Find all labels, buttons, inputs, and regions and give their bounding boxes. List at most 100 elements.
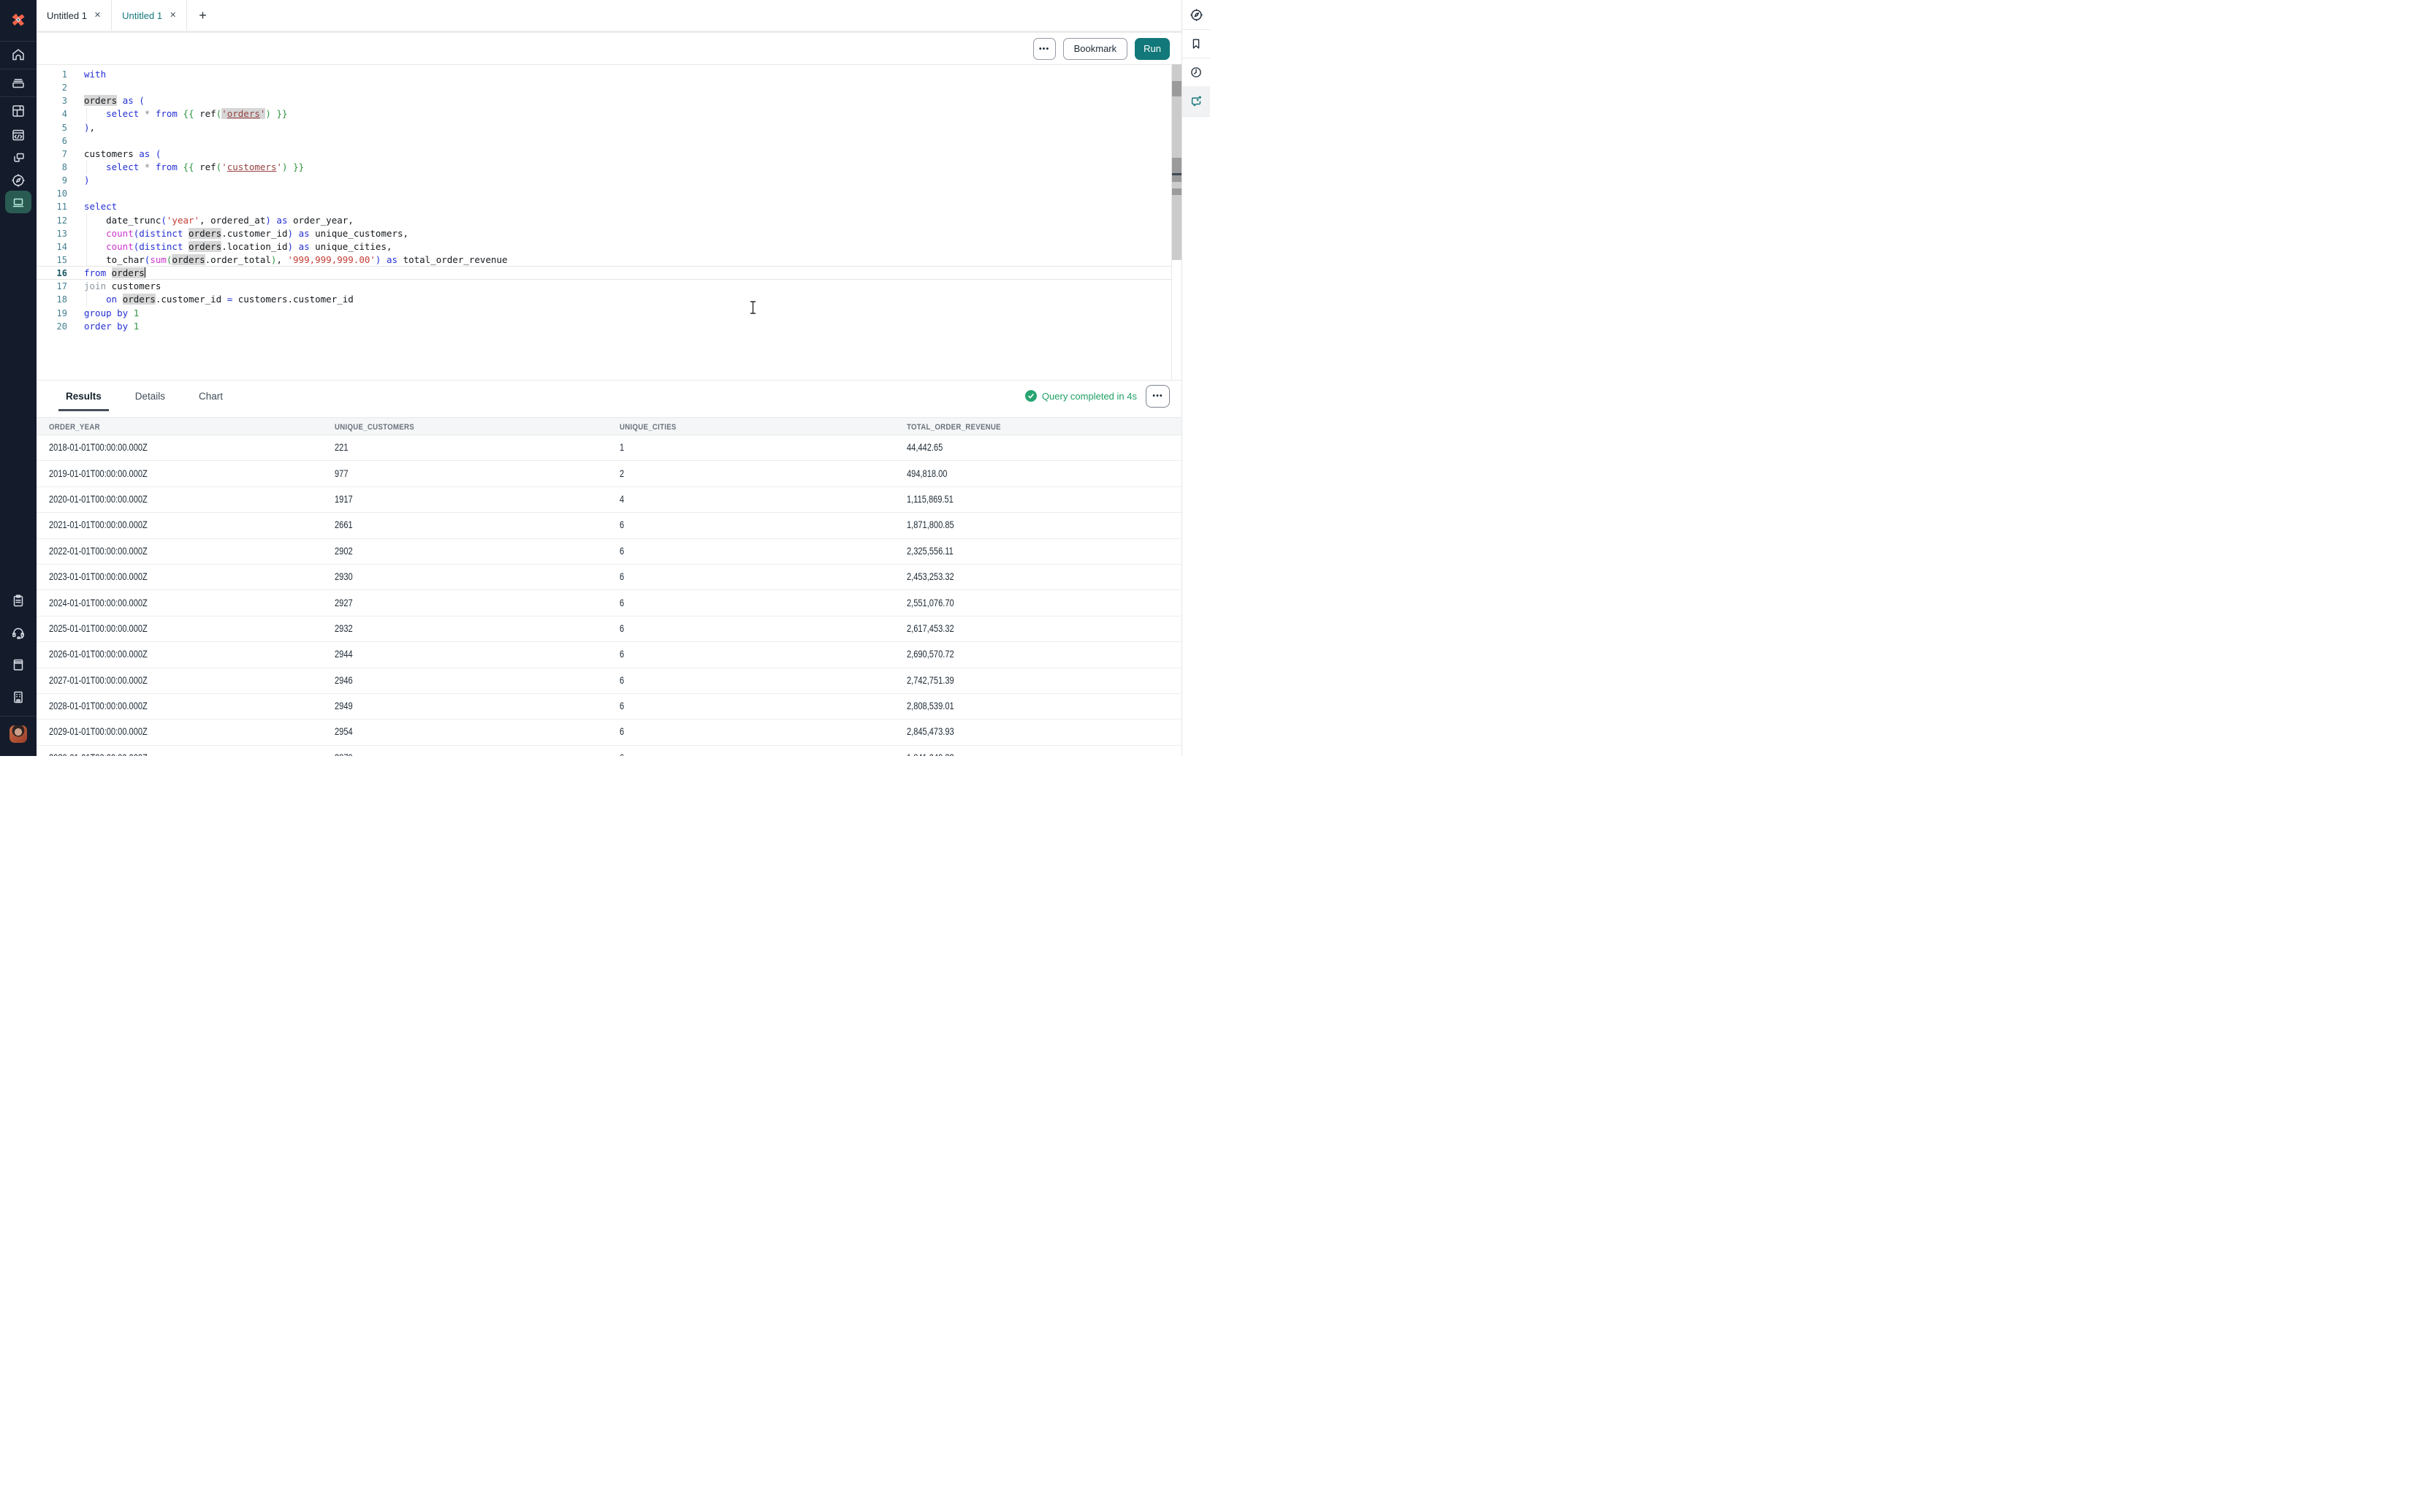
results-tab-bar: Results Details Chart Query completed in… — [37, 381, 1182, 411]
table-cell: 977 — [322, 467, 607, 481]
check-circle-icon — [1025, 390, 1037, 402]
cell-toolbar: ••• Bookmark Run — [37, 33, 1182, 65]
sidebar-item-history[interactable] — [1182, 58, 1210, 86]
sidebar-item-bookmarks[interactable] — [1182, 29, 1210, 58]
sidebar-item-organization[interactable] — [5, 685, 31, 709]
table-cell: 2946 — [322, 674, 607, 687]
sidebar-item-support[interactable] — [5, 621, 31, 644]
line-number: 9 — [37, 174, 67, 187]
line-number: 11 — [37, 200, 67, 213]
hex-logo-icon[interactable] — [5, 8, 31, 31]
sidebar-item-clipboard[interactable] — [5, 589, 31, 612]
query-status-text-wrap: Query completed in 4s — [1025, 390, 1137, 402]
table-cell: 221 — [322, 441, 607, 454]
table-row[interactable]: 2023-01-01T00:00:00.000Z293062,453,253.3… — [37, 565, 1182, 590]
table-cell: 2949 — [322, 700, 607, 713]
table-row[interactable]: 2025-01-01T00:00:00.000Z293262,617,453.3… — [37, 616, 1182, 642]
table-cell: 2,325,556.11 — [894, 545, 1182, 558]
run-button[interactable]: Run — [1135, 38, 1170, 60]
table-cell: 2019-01-01T00:00:00.000Z — [37, 467, 322, 481]
tab-chart[interactable]: Chart — [191, 381, 230, 411]
tab-label: Untitled 1 — [122, 10, 162, 21]
column-header[interactable]: UNIQUE_CITIES — [607, 420, 894, 433]
column-header[interactable]: ORDER_YEAR — [37, 420, 322, 433]
hex-logo — [9, 10, 28, 29]
table-row[interactable]: 2019-01-01T00:00:00.000Z9772494,818.00 — [37, 461, 1182, 486]
table-row[interactable]: 2027-01-01T00:00:00.000Z294662,742,751.3… — [37, 668, 1182, 694]
code-line: count(distinct orders.location_id) as un… — [84, 240, 1160, 253]
text-caret — [145, 267, 146, 278]
table-cell: 6 — [607, 700, 894, 713]
code-line: on orders.customer_id = customers.custom… — [84, 293, 1160, 306]
editor-scrollbar[interactable] — [1172, 64, 1182, 260]
more-options-button[interactable]: ••• — [1033, 38, 1056, 60]
close-icon[interactable]: ✕ — [94, 12, 101, 20]
sidebar-item-ai-chat[interactable] — [1182, 86, 1210, 116]
table-cell: 2902 — [322, 545, 607, 558]
line-number: 13 — [37, 227, 67, 240]
bookmark-icon — [1190, 37, 1203, 50]
sidebar-item-code[interactable] — [5, 123, 31, 147]
table-row[interactable]: 2026-01-01T00:00:00.000Z294462,690,570.7… — [37, 642, 1182, 668]
user-avatar[interactable] — [9, 725, 27, 743]
code-line: select * from {{ ref('customers') }} — [84, 161, 1160, 174]
column-header[interactable]: UNIQUE_CUSTOMERS — [322, 420, 607, 433]
sidebar-item-explore-right[interactable] — [1182, 0, 1210, 29]
sidebar-item-docs[interactable] — [5, 653, 31, 676]
table-cell: 6 — [607, 622, 894, 635]
table-cell: 2028-01-01T00:00:00.000Z — [37, 700, 322, 713]
tab-results[interactable]: Results — [58, 381, 109, 411]
table-cell: 1,841,049.32 — [894, 752, 1182, 756]
table-cell: 6 — [607, 570, 894, 584]
line-number: 16 — [37, 267, 67, 280]
table-row[interactable]: 2030-01-01T00:00:00.000Z287961,841,049.3… — [37, 746, 1182, 756]
text-cursor-pointer — [748, 300, 758, 318]
tab-bar: Untitled 1 ✕ Untitled 1 ✕ + — [37, 0, 1182, 33]
line-number: 2 — [37, 81, 67, 94]
tab-untitled-2[interactable]: Untitled 1 ✕ — [112, 0, 187, 31]
scrollbar-thumb[interactable] — [1172, 158, 1182, 182]
sidebar-item-apps[interactable] — [5, 99, 31, 123]
table-row[interactable]: 2022-01-01T00:00:00.000Z290262,325,556.1… — [37, 539, 1182, 565]
line-number: 17 — [37, 280, 67, 293]
table-cell: 2025-01-01T00:00:00.000Z — [37, 622, 322, 635]
column-header[interactable]: TOTAL_ORDER_REVENUE — [894, 420, 1182, 433]
sidebar-item-projects[interactable] — [5, 71, 31, 94]
table-row[interactable]: 2024-01-01T00:00:00.000Z292762,551,076.7… — [37, 590, 1182, 616]
column-header-label: TOTAL_ORDER_REVENUE — [907, 423, 1001, 432]
table-row[interactable]: 2021-01-01T00:00:00.000Z266161,871,800.8… — [37, 513, 1182, 538]
table-cell: 1917 — [322, 493, 607, 506]
sql-editor[interactable]: 1234567891011121314151617181920 withorde… — [37, 66, 1171, 380]
table-cell: 2879 — [322, 752, 607, 756]
table-cell: 6 — [607, 545, 894, 558]
code-area[interactable]: withorders as ( select * from {{ ref('or… — [84, 68, 1160, 333]
table-row[interactable]: 2029-01-01T00:00:00.000Z295462,845,473.9… — [37, 719, 1182, 745]
code-line: to_char(sum(orders.order_total), '999,99… — [84, 253, 1160, 267]
sidebar-item-home[interactable] — [5, 43, 31, 66]
table-cell: 2021-01-01T00:00:00.000Z — [37, 519, 322, 532]
table-cell: 2,617,453.32 — [894, 622, 1182, 635]
sidebar-item-terminal[interactable] — [5, 191, 31, 214]
tab-details[interactable]: Details — [128, 381, 172, 411]
table-cell: 4 — [607, 493, 894, 506]
table-cell: 2024-01-01T00:00:00.000Z — [37, 597, 322, 610]
results-more-button[interactable]: ••• — [1146, 385, 1170, 408]
scrollbar-segment[interactable] — [1172, 81, 1182, 96]
code-line: ), — [84, 121, 1160, 134]
new-tab-button[interactable]: + — [187, 0, 218, 31]
scrollbar-segment[interactable] — [1172, 188, 1182, 195]
table-row[interactable]: 2028-01-01T00:00:00.000Z294962,808,539.0… — [37, 694, 1182, 719]
table-cell: 494,818.00 — [894, 467, 1182, 481]
line-number: 18 — [37, 293, 67, 306]
compass-icon — [1190, 8, 1203, 22]
code-line: from orders — [84, 267, 1160, 280]
table-row[interactable]: 2020-01-01T00:00:00.000Z191741,115,869.5… — [37, 487, 1182, 513]
sidebar-item-screens[interactable] — [5, 146, 31, 169]
close-icon[interactable]: ✕ — [170, 12, 176, 20]
table-row[interactable]: 2018-01-01T00:00:00.000Z221144,442.65 — [37, 435, 1182, 461]
tab-untitled-1[interactable]: Untitled 1 ✕ — [37, 0, 112, 31]
scrollbar-marker — [1172, 173, 1182, 175]
sidebar-item-explore[interactable] — [5, 169, 31, 192]
code-line: with — [84, 68, 1160, 81]
bookmark-button[interactable]: Bookmark — [1063, 38, 1128, 60]
